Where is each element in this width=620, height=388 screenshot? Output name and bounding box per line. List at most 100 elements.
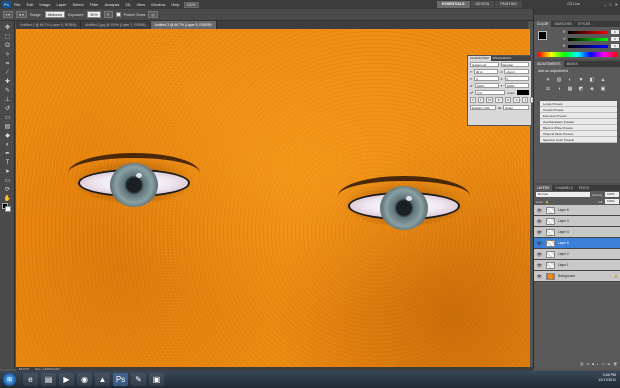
- fx-icon[interactable]: fx: [587, 362, 589, 366]
- chrome-icon[interactable]: ◉: [77, 373, 92, 386]
- curves-icon[interactable]: ◐: [566, 77, 574, 84]
- menu-help[interactable]: Help: [171, 2, 179, 7]
- blend-mode-select[interactable]: Normal: [536, 192, 590, 197]
- tablet-pressure-icon[interactable]: ◎: [148, 11, 158, 18]
- red-value[interactable]: 0: [611, 30, 619, 34]
- subscript-button[interactable]: T₁: [513, 97, 521, 103]
- image-canvas[interactable]: [16, 29, 530, 367]
- media-icon[interactable]: ▶: [59, 373, 74, 386]
- zoom-level-dropdown[interactable]: 100%: [183, 1, 199, 8]
- quick-select-tool-icon[interactable]: ✧: [3, 51, 12, 59]
- eye-visibility-icon[interactable]: 👁: [535, 227, 544, 238]
- font-family-select[interactable]: Garamond: [470, 62, 499, 67]
- photoshop-icon[interactable]: Ps: [113, 373, 128, 386]
- language-select[interactable]: English: USA: [470, 105, 496, 110]
- workspace-painting[interactable]: PAINTING: [495, 1, 522, 8]
- type-tool-icon[interactable]: T: [3, 159, 12, 167]
- start-button[interactable]: ⊞: [3, 373, 16, 386]
- pen-tool-icon[interactable]: ✒: [3, 150, 12, 158]
- layer-row[interactable]: 👁 Layer 6: [534, 205, 620, 216]
- black-white-icon[interactable]: ◑: [555, 86, 563, 93]
- move-tool-icon[interactable]: ✥: [3, 24, 12, 32]
- adjustment-layer-icon[interactable]: ◐: [597, 362, 599, 366]
- menu-select[interactable]: Select: [73, 2, 84, 7]
- invert-icon[interactable]: ◈: [588, 86, 596, 93]
- lock-icon[interactable]: 🔒: [545, 200, 549, 204]
- layer-row[interactable]: 👁 Layer 2: [534, 249, 620, 260]
- clone-stamp-tool-icon[interactable]: ⊥: [3, 96, 12, 104]
- eyedropper-tool-icon[interactable]: ⁄: [3, 69, 12, 77]
- opacity-input[interactable]: 100%: [605, 192, 619, 197]
- cs-live-button[interactable]: CS Live: [567, 1, 580, 8]
- menu-window[interactable]: Window: [151, 2, 165, 7]
- levels-icon[interactable]: ▥: [555, 77, 563, 84]
- path-select-tool-icon[interactable]: ➤: [3, 168, 12, 176]
- eye-visibility-icon[interactable]: 👁: [535, 205, 544, 216]
- color-foreground-swatch[interactable]: [538, 31, 547, 40]
- leading-input[interactable]: (Auto): [504, 69, 530, 74]
- layer-row-background[interactable]: 👁 Background 🔒: [534, 271, 620, 282]
- kerning-input[interactable]: 0: [474, 76, 499, 81]
- workspace-essentials[interactable]: ESSENTIALS: [436, 1, 470, 8]
- tool-preset-picker[interactable]: ◐▾: [3, 11, 13, 18]
- maximize-button[interactable]: □: [609, 1, 611, 8]
- text-color-swatch[interactable]: [517, 90, 529, 95]
- eye-visibility-icon[interactable]: 👁: [535, 216, 544, 227]
- eye-visibility-icon[interactable]: 👁: [535, 260, 544, 271]
- dodge-tool-icon[interactable]: ◐: [3, 141, 12, 149]
- range-select[interactable]: Midtones: [44, 11, 66, 18]
- ie-icon[interactable]: e: [23, 373, 38, 386]
- all-caps-button[interactable]: TT: [485, 97, 494, 103]
- anti-alias-select[interactable]: Sharp: [503, 105, 529, 110]
- link-layers-icon[interactable]: ⛓: [580, 362, 584, 366]
- workspace-design[interactable]: DESIGN: [470, 1, 495, 8]
- crop-tool-icon[interactable]: ⌗: [3, 60, 12, 68]
- add-mask-icon[interactable]: ◙: [592, 362, 594, 366]
- tab-paths[interactable]: PATHS: [576, 185, 592, 191]
- app-icon[interactable]: ▣: [149, 373, 164, 386]
- tab-color[interactable]: COLOR: [534, 21, 552, 27]
- folder-icon[interactable]: ▤: [41, 373, 56, 386]
- menu-edit[interactable]: Edit: [26, 2, 33, 7]
- menu-image[interactable]: Image: [39, 2, 50, 7]
- faux-bold-button[interactable]: T: [470, 97, 476, 103]
- red-slider[interactable]: [568, 31, 608, 34]
- document-tab-2[interactable]: Untitled-2.jpg @ 100% (Layer 1, RGB/8): [81, 21, 151, 29]
- layer-row-selected[interactable]: 👁 Layer 5: [534, 238, 620, 249]
- document-tab-1[interactable]: Untitled-1 @ 66.7% (Layer 5, RGB/8): [16, 21, 82, 29]
- tracking-input[interactable]: 0: [504, 76, 529, 81]
- menu-layer[interactable]: Layer: [56, 2, 66, 7]
- close-button[interactable]: ✕: [615, 1, 618, 8]
- superscript-button[interactable]: T¹: [504, 97, 512, 103]
- brush-size-picker[interactable]: ● ▾: [15, 11, 27, 18]
- tab-adjustments[interactable]: ADJUSTMENTS: [534, 61, 564, 67]
- baseline-shift-input[interactable]: 0 pt: [475, 90, 505, 95]
- menu-3d[interactable]: 3D: [125, 2, 130, 7]
- new-layer-icon[interactable]: ⊞: [608, 362, 611, 366]
- trash-icon[interactable]: 🗑: [613, 362, 617, 366]
- exposure-input[interactable]: 50%: [87, 11, 101, 18]
- fill-input[interactable]: 100%: [605, 199, 619, 204]
- dock-collapse-bar[interactable]: [534, 9, 620, 15]
- eye-visibility-icon[interactable]: 👁: [535, 249, 544, 260]
- shape-tool-icon[interactable]: ▭: [3, 177, 12, 185]
- menu-view[interactable]: View: [137, 2, 146, 7]
- vlc-icon[interactable]: ▲: [95, 373, 110, 386]
- horizontal-scale-input[interactable]: 100%: [504, 83, 530, 88]
- system-tray-clock[interactable]: 3:48 PM 12/17/2011: [598, 373, 616, 383]
- healing-tool-icon[interactable]: ✚: [3, 78, 12, 86]
- layer-row[interactable]: 👁 Layer 1: [534, 260, 620, 271]
- color-balance-icon[interactable]: ⚖: [544, 86, 552, 93]
- minimize-button[interactable]: –: [604, 1, 606, 8]
- history-brush-tool-icon[interactable]: ↺: [3, 105, 12, 113]
- faux-italic-button[interactable]: T: [477, 97, 484, 103]
- new-group-icon[interactable]: ▭: [602, 362, 605, 366]
- green-value[interactable]: 0: [611, 37, 619, 41]
- small-caps-button[interactable]: Tᴛ: [495, 97, 503, 103]
- blue-value[interactable]: 0: [611, 44, 619, 48]
- font-size-input[interactable]: 30 pt: [473, 69, 499, 74]
- protect-tones-checkbox[interactable]: [115, 12, 121, 17]
- hand-tool-icon[interactable]: ✋: [3, 195, 12, 203]
- eraser-tool-icon[interactable]: ▭: [3, 114, 12, 122]
- menu-analysis[interactable]: Analysis: [105, 2, 120, 7]
